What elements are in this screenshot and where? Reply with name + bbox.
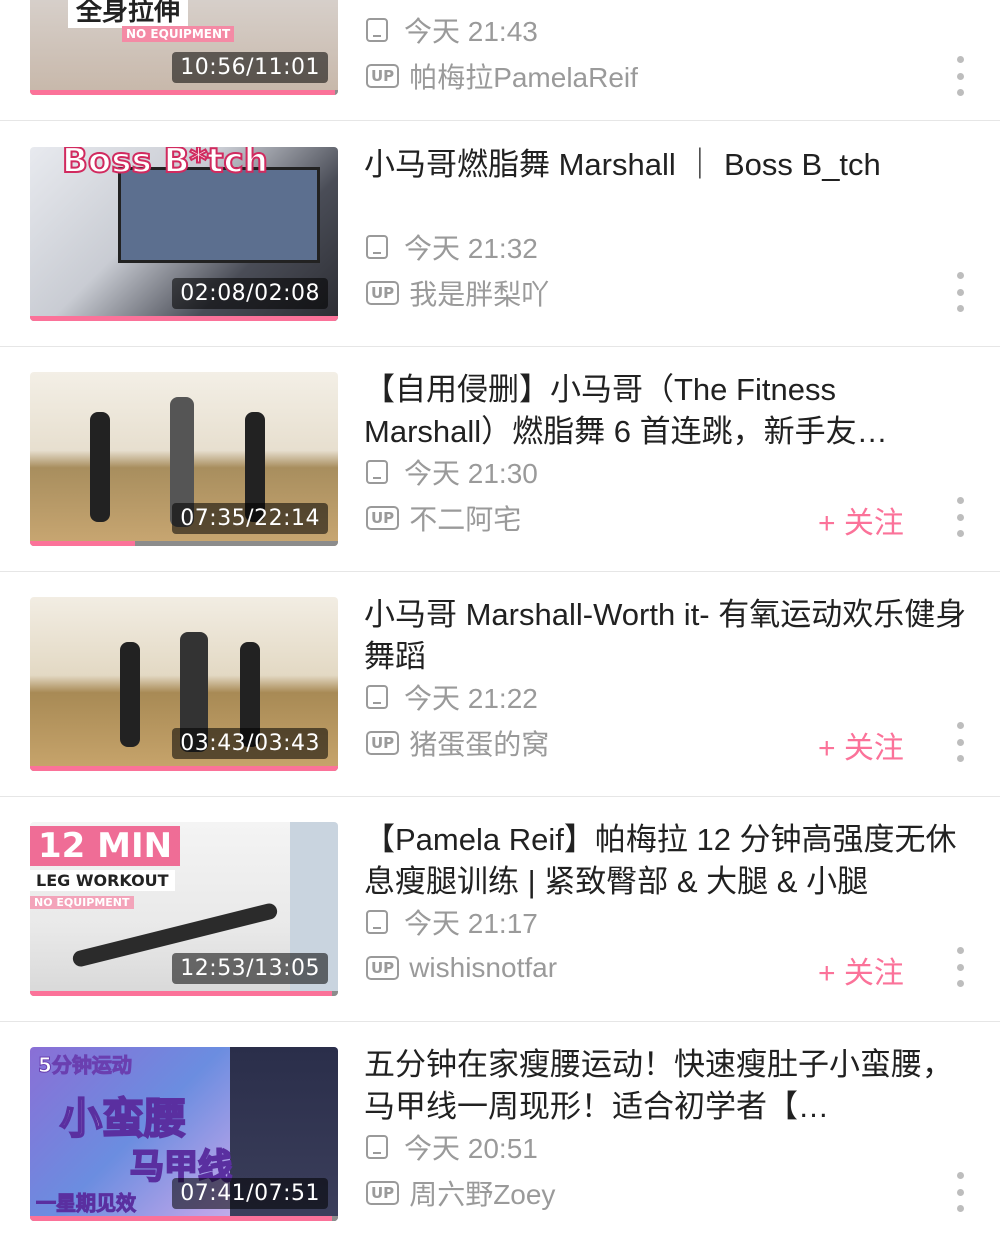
duration-badge: 02:08/02:08 bbox=[172, 278, 328, 309]
watch-time-text: 今天 21:17 bbox=[404, 908, 538, 939]
watch-time: 今天 21:43 bbox=[366, 12, 538, 48]
uploader[interactable]: UP wishisnotfar bbox=[366, 950, 557, 986]
watch-time: 今天 21:30 bbox=[366, 454, 538, 490]
thumb-caption: 12 MIN bbox=[30, 826, 181, 866]
watch-progress bbox=[30, 1216, 338, 1221]
tv-icon bbox=[366, 18, 388, 42]
watch-time: 今天 21:32 bbox=[366, 229, 538, 265]
thumb-caption: 5分钟运动 bbox=[38, 1053, 133, 1078]
watch-time: 今天 21:22 bbox=[366, 679, 538, 715]
tv-icon bbox=[366, 685, 388, 709]
tv-icon bbox=[366, 235, 388, 259]
up-icon: UP bbox=[366, 1181, 400, 1205]
watch-progress-fill bbox=[30, 541, 135, 546]
video-title[interactable]: 【自用侵删】小马哥（The Fitness Marshall）燃脂舞 6 首连跳… bbox=[364, 369, 970, 453]
up-icon: UP bbox=[366, 731, 400, 755]
watch-time: 今天 20:51 bbox=[366, 1129, 538, 1165]
uploader-name[interactable]: 帕梅拉PamelaReif bbox=[409, 56, 638, 96]
video-title[interactable]: 五分钟在家瘦腰运动！快速瘦肚子小蛮腰，马甲线一周现形！适合初学者【… bbox=[364, 1044, 970, 1128]
video-thumbnail[interactable]: 12 MIN LEG WORKOUT NO EQUIPMENT 12:53/13… bbox=[30, 822, 338, 996]
watch-progress bbox=[30, 316, 338, 321]
uploader[interactable]: UP 不二阿宅 bbox=[366, 500, 521, 536]
watch-progress bbox=[30, 991, 338, 996]
more-icon[interactable] bbox=[950, 722, 970, 762]
watch-time: 今天 21:17 bbox=[366, 904, 538, 940]
thumb-caption: NO EQUIPMENT bbox=[122, 26, 235, 42]
watch-progress bbox=[30, 90, 338, 95]
video-title[interactable]: 小马哥燃脂舞 Marshall ｜ Boss B_tch bbox=[364, 144, 970, 186]
video-thumbnail[interactable]: 07:35/22:14 bbox=[30, 372, 338, 546]
thumb-caption: 一星期见效 bbox=[36, 1191, 137, 1216]
watch-progress-fill bbox=[30, 991, 332, 996]
follow-button[interactable]: + 关注 bbox=[818, 948, 904, 992]
duration-badge: 03:43/03:43 bbox=[172, 728, 328, 759]
tv-icon bbox=[366, 910, 388, 934]
watch-progress-fill bbox=[30, 766, 338, 771]
follow-button[interactable]: + 关注 bbox=[818, 498, 904, 542]
thumb-caption: 小蛮腰 bbox=[59, 1093, 187, 1144]
list-item[interactable]: Boss B*tch 02:08/02:08 小马哥燃脂舞 Marshall ｜… bbox=[0, 122, 1000, 347]
list-item[interactable]: 12 MIN LEG WORKOUT NO EQUIPMENT 12:53/13… bbox=[0, 797, 1000, 1022]
uploader[interactable]: UP 猪蛋蛋的窝 bbox=[366, 725, 549, 761]
watch-time-text: 今天 20:51 bbox=[404, 1133, 538, 1164]
duration-badge: 12:53/13:05 bbox=[172, 953, 328, 984]
more-icon[interactable] bbox=[950, 1172, 970, 1212]
duration-badge: 07:35/22:14 bbox=[172, 503, 328, 534]
list-item[interactable]: 5分钟运动 小蛮腰 马甲线 一星期见效 07:41/07:51 五分钟在家瘦腰运… bbox=[0, 1022, 1000, 1247]
list-item[interactable]: 03:43/03:43 小马哥 Marshall-Worth it- 有氧运动欢… bbox=[0, 572, 1000, 797]
uploader-name[interactable]: 我是胖梨吖 bbox=[409, 273, 549, 313]
duration-badge: 07:41/07:51 bbox=[172, 1178, 328, 1209]
more-icon[interactable] bbox=[950, 947, 970, 987]
uploader-name[interactable]: 猪蛋蛋的窝 bbox=[409, 723, 549, 763]
uploader-name[interactable]: 周六野Zoey bbox=[409, 1173, 555, 1213]
list-item[interactable]: 全身拉伸 NO EQUIPMENT 10:56/11:01 今天 21:43 U… bbox=[0, 0, 1000, 121]
uploader[interactable]: UP 周六野Zoey bbox=[366, 1175, 555, 1211]
video-thumbnail[interactable]: 03:43/03:43 bbox=[30, 597, 338, 771]
thumb-caption: Boss B*tch bbox=[61, 147, 269, 182]
up-icon: UP bbox=[366, 506, 400, 530]
thumb-caption: 全身拉伸 bbox=[68, 0, 189, 28]
follow-button[interactable]: + 关注 bbox=[818, 723, 904, 767]
thumb-caption: NO EQUIPMENT bbox=[30, 896, 134, 909]
tv-icon bbox=[366, 460, 388, 484]
tv-icon bbox=[366, 1135, 388, 1159]
more-icon[interactable] bbox=[950, 497, 970, 537]
watch-time-text: 今天 21:22 bbox=[404, 683, 538, 714]
watch-progress-fill bbox=[30, 1216, 332, 1221]
uploader[interactable]: UP 帕梅拉PamelaReif bbox=[366, 58, 638, 94]
uploader-name[interactable]: 不二阿宅 bbox=[409, 498, 521, 538]
more-icon[interactable] bbox=[950, 56, 970, 96]
video-thumbnail[interactable]: Boss B*tch 02:08/02:08 bbox=[30, 147, 338, 321]
up-icon: UP bbox=[366, 281, 400, 305]
up-icon: UP bbox=[366, 64, 400, 88]
more-icon[interactable] bbox=[950, 272, 970, 312]
list-item[interactable]: 07:35/22:14 【自用侵删】小马哥（The Fitness Marsha… bbox=[0, 347, 1000, 572]
duration-badge: 10:56/11:01 bbox=[172, 52, 328, 83]
watch-progress bbox=[30, 766, 338, 771]
up-icon: UP bbox=[366, 956, 400, 980]
thumb-caption: LEG WORKOUT bbox=[30, 870, 175, 891]
uploader-name[interactable]: wishisnotfar bbox=[409, 952, 557, 984]
watch-progress-fill bbox=[30, 90, 335, 95]
watch-progress bbox=[30, 541, 338, 546]
watch-progress-fill bbox=[30, 316, 338, 321]
video-thumbnail[interactable]: 全身拉伸 NO EQUIPMENT 10:56/11:01 bbox=[30, 0, 338, 95]
uploader[interactable]: UP 我是胖梨吖 bbox=[366, 275, 549, 311]
watch-time-text: 今天 21:30 bbox=[404, 458, 538, 489]
video-title[interactable]: 【Pamela Reif】帕梅拉 12 分钟高强度无休息瘦腿训练 | 紧致臀部 … bbox=[364, 819, 970, 903]
video-thumbnail[interactable]: 5分钟运动 小蛮腰 马甲线 一星期见效 07:41/07:51 bbox=[30, 1047, 338, 1221]
video-title[interactable]: 小马哥 Marshall-Worth it- 有氧运动欢乐健身舞蹈 bbox=[364, 594, 970, 678]
watch-time-text: 今天 21:32 bbox=[404, 233, 538, 264]
watch-time-text: 今天 21:43 bbox=[404, 16, 538, 47]
